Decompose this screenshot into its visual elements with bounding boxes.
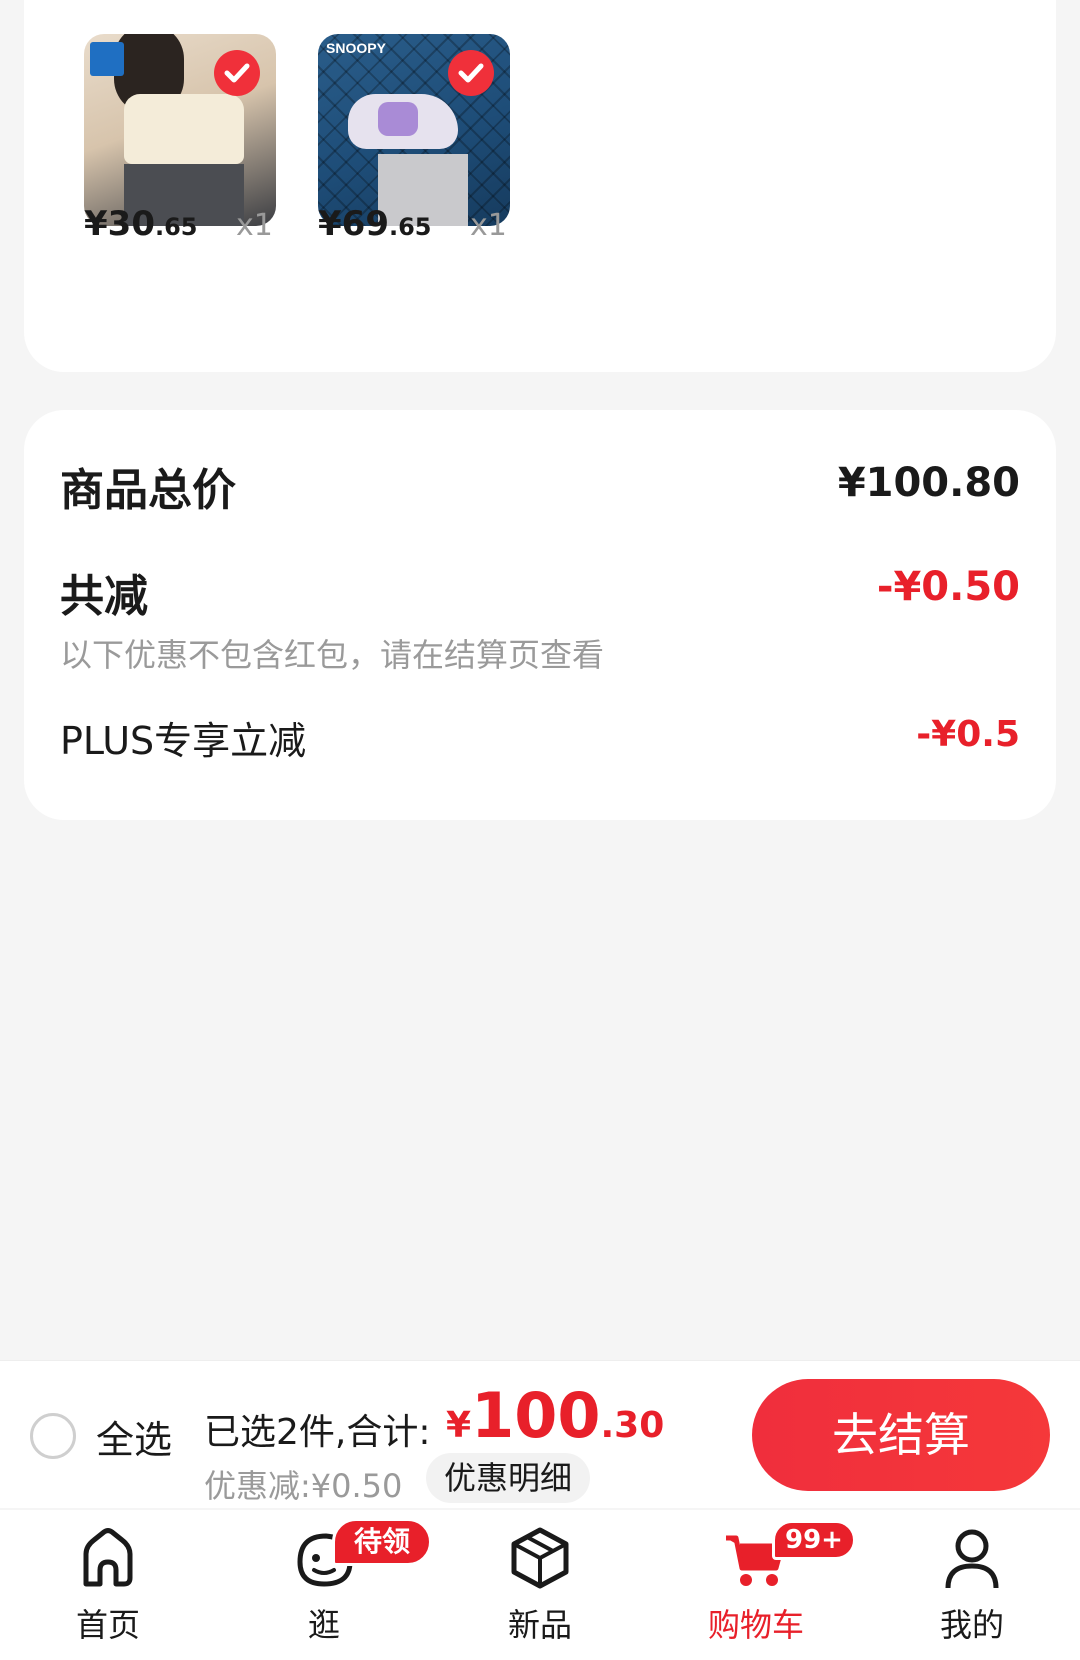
select-all-label[interactable]: 全选 <box>96 1409 172 1464</box>
product-thumbnail-tshirt[interactable] <box>84 34 276 226</box>
select-all-radio[interactable] <box>30 1413 76 1459</box>
tab-label: 购物车 <box>707 1606 804 1644</box>
tab-label: 新品 <box>507 1606 572 1644</box>
tab-mine[interactable]: 我的 <box>864 1510 1080 1660</box>
item-quantity: x1 <box>236 208 273 243</box>
tab-cart[interactable]: 99+ 购物车 <box>648 1510 864 1660</box>
checked-icon[interactable] <box>448 50 494 96</box>
reduction-value: -¥0.50 <box>876 564 1020 610</box>
brand-logo: SNOOPY <box>326 40 386 56</box>
coupon-badge: 待领取 <box>332 1518 432 1600</box>
discount-detail-button[interactable]: 优惠明细 <box>426 1453 591 1503</box>
bottom-tab-bar: 首页 待领取 逛 新品 99+ 购物车 我的 <box>0 1510 1080 1660</box>
product-image-detail <box>348 94 458 149</box>
checkout-total: ¥100.30 <box>446 1379 665 1452</box>
cube-icon <box>511 1527 569 1589</box>
price-summary-card: 商品总价 ¥100.80 共减 -¥0.50 以下优惠不包含红包，请在结算页查看… <box>24 410 1056 820</box>
checkout-bar: 全选 已选2件,合计: ¥100.30 优惠减:¥0.50 优惠明细 去结算 <box>0 1360 1080 1508</box>
total-price-value: ¥100.80 <box>837 460 1020 506</box>
total-price-label: 商品总价 <box>60 465 236 516</box>
selected-items-card: SNOOPY ¥30.65 x1 ¥69.65 x1 <box>24 0 1056 372</box>
tab-stroll[interactable]: 待领取 逛 <box>216 1510 432 1660</box>
user-icon <box>945 1529 999 1589</box>
discount-amount: 优惠减:¥0.50 <box>204 1467 403 1505</box>
item-price: ¥69.65 <box>318 204 432 244</box>
product-thumbnail-sneakers[interactable]: SNOOPY <box>318 34 510 226</box>
product-image-detail <box>124 94 244 164</box>
reduction-label: 共减 <box>60 571 148 622</box>
checked-icon[interactable] <box>214 50 260 96</box>
tab-new-products[interactable]: 新品 <box>432 1510 648 1660</box>
checkout-button[interactable]: 去结算 <box>752 1379 1050 1491</box>
item-quantity: x1 <box>470 208 507 243</box>
cart-count-badge: 99+ <box>772 1520 856 1560</box>
tab-home[interactable]: 首页 <box>0 1510 216 1660</box>
home-icon <box>83 1528 133 1587</box>
reduction-note: 以下优惠不包含红包，请在结算页查看 <box>60 636 605 674</box>
selected-count-text: 已选2件,合计: <box>204 1412 431 1453</box>
brand-logo <box>90 42 124 76</box>
plus-discount-value: -¥0.5 <box>916 714 1020 755</box>
tab-label: 首页 <box>75 1606 140 1644</box>
item-price: ¥30.65 <box>84 204 198 244</box>
tab-label: 我的 <box>939 1606 1004 1644</box>
plus-discount-label: PLUS专享立减 <box>60 719 307 763</box>
tab-label: 逛 <box>307 1606 340 1644</box>
